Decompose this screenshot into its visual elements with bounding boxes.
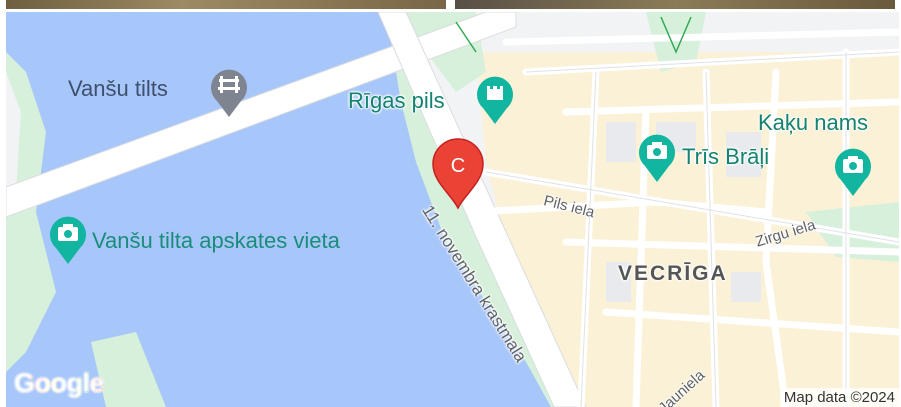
camera-icon-viewpoint[interactable] [47,212,89,266]
photo-thumbnail-left[interactable] [6,0,446,9]
label-vansu-tilts[interactable]: Vanšu tilts [68,76,168,102]
google-logo-text: Google [14,368,105,398]
label-rigas-pils[interactable]: Rīgas pils [348,88,445,114]
label-vansu-tilta-apskates-vieta[interactable]: Vanšu tilta apskates vieta [92,228,340,254]
google-logo[interactable]: Google [14,368,105,399]
castle-icon[interactable] [474,72,516,126]
location-marker[interactable]: C [429,136,487,210]
map-view[interactable]: Vanšu tilts Rīgas pils Kaķu nams Trīs Br… [6,12,899,407]
label-kaku-nams[interactable]: Kaķu nams [758,110,868,136]
camera-icon-kaku-nams[interactable] [832,144,874,198]
map-attribution[interactable]: Map data ©2024 [779,388,899,407]
label-tris-brali[interactable]: Trīs Brāļi [682,144,769,170]
marker-letter: C [451,155,465,177]
label-vecriga[interactable]: VECRĪGA [618,262,728,286]
bridge-icon[interactable] [208,65,250,119]
camera-icon-tris-brali[interactable] [636,130,678,184]
photo-thumbnail-right[interactable] [455,0,895,9]
